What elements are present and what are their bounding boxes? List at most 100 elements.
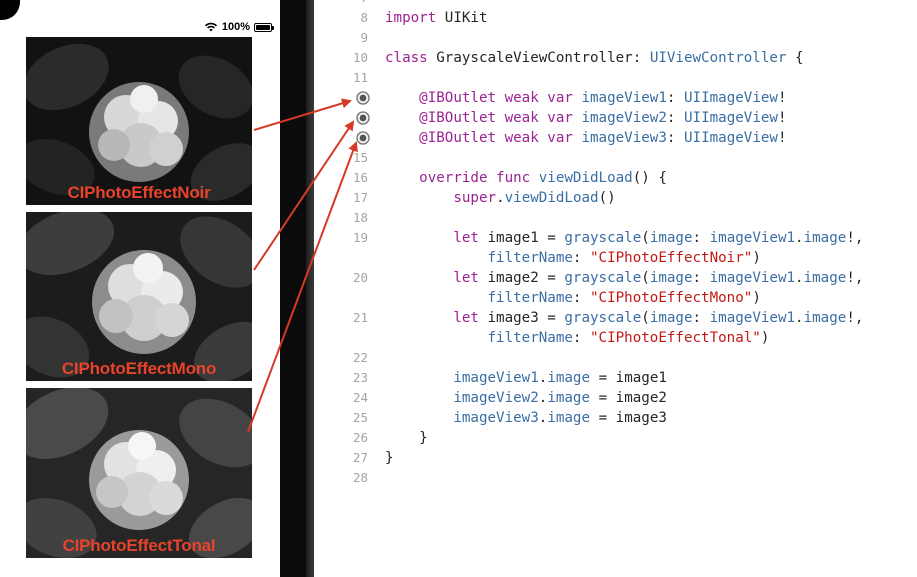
string-token: "CIPhotoEffectTonal" [590,330,761,346]
code-text: import UIKit [385,8,488,28]
code-line[interactable]: 24 imageView2.image = image2 [314,388,917,408]
line-number: 18 [352,210,368,225]
code-line[interactable]: 22 [314,348,917,368]
code-line[interactable]: filterName: "CIPhotoEffectTonal") [314,328,917,348]
code-line[interactable]: 8 import UIKit [314,8,917,28]
identifier-token: grayscale [564,230,642,246]
plain-token: ! [777,130,787,146]
plain-token: : [666,130,684,146]
code-text: class GrayscaleViewController: UIViewCon… [385,48,804,68]
battery-percentage: 100% [221,21,250,33]
code-text: super.viewDidLoad() [385,188,616,208]
plain-token: { [786,50,804,66]
keyword-token: @IBOutlet weak var [419,130,573,146]
identifier-token: imageView3 [581,130,667,146]
code-text: @IBOutlet weak var imageView1: UIImageVi… [385,88,786,108]
code-text: let image1 = grayscale(image: imageView1… [385,228,863,248]
line-number: 27 [352,450,368,465]
image-view-1: CIPhotoEffectNoir [26,37,252,205]
code-editor[interactable]: 7 8 import UIKit 9 10 class GrayscaleViewCont… [314,0,917,577]
code-line[interactable]: 17 super.viewDidLoad() [314,188,917,208]
identifier-token: image [803,270,847,286]
code-line[interactable]: 15 [314,148,917,168]
identifier-token: UIViewController [649,50,787,66]
plain-token: UIKit [436,10,488,26]
status-bar: 100% [204,18,274,36]
battery-icon [254,22,274,32]
outlet-connected-icon[interactable] [356,131,370,145]
code-line[interactable]: 11 [314,68,917,88]
code-text: imageView2.image = image2 [385,388,667,408]
keyword-token: class [385,50,428,66]
plain-token: !, [846,230,864,246]
code-line[interactable]: 16 override func viewDidLoad() { [314,168,917,188]
line-number: 16 [352,170,368,185]
code-text: @IBOutlet weak var imageView3: UIImageVi… [385,128,787,148]
code-line[interactable]: 23 imageView1.image = image1 [314,368,917,388]
line-number: 8 [360,10,368,25]
identifier-token: UIImageView [683,110,778,126]
image-label-1: CIPhotoEffectNoir [67,183,211,202]
plain-token: : [692,230,710,246]
code-text: imageView1.image = image1 [385,368,667,388]
plain-token: ) [752,290,761,306]
code-line[interactable]: 27} [314,448,917,468]
code-line[interactable]: @IBOutlet weak var imageView3: UIImageVi… [314,128,917,148]
code-line[interactable]: @IBOutlet weak var imageView2: UIImageVi… [314,108,917,128]
keyword-token: let [453,230,479,246]
line-number: 25 [352,410,368,425]
line-number: 17 [352,190,368,205]
keyword-token: @IBOutlet weak var [419,90,573,106]
plain-token: () [598,190,616,206]
plain-token: . [795,230,804,246]
code-line[interactable]: 26 } [314,428,917,448]
code-line[interactable]: 20 let image2 = grayscale(image: imageVi… [314,268,917,288]
line-number: 26 [352,430,368,445]
plain-token: !, [846,270,864,286]
plain-token: . [496,190,505,206]
code-line[interactable]: 18 [314,208,917,228]
hydrangea-photo-tonal [26,388,252,558]
code-line[interactable]: filterName: "CIPhotoEffectNoir") [314,248,917,268]
code-line[interactable]: 10 class GrayscaleViewController: UIViewC… [314,48,917,68]
outlet-connected-icon[interactable] [356,111,370,125]
code-line[interactable]: 28 [314,468,917,488]
plain-token: () { [632,170,667,186]
code-line[interactable]: 7 [314,0,917,8]
code-line[interactable]: filterName: "CIPhotoEffectMono") [314,288,917,308]
code-text: let image3 = grayscale(image: imageView1… [385,308,863,328]
code-text: override func viewDidLoad() { [385,168,667,188]
plain-token: : [666,110,684,126]
code-line[interactable]: @IBOutlet weak var imageView1: UIImageVi… [314,88,917,108]
line-number: 19 [352,230,368,245]
outlet-connected-icon[interactable] [356,91,370,105]
code-line[interactable]: 19 let image1 = grayscale(image: imageVi… [314,228,917,248]
string-token: "CIPhotoEffectNoir" [590,250,753,266]
line-number: 11 [352,70,368,85]
keyword-token: let [453,310,479,326]
code-line[interactable]: 25 imageView3.image = image3 [314,408,917,428]
identifier-token: image [547,410,591,426]
plain-token: !, [846,310,864,326]
simulator-bezel [280,0,314,577]
identifier-token: image [803,310,847,326]
code-line[interactable]: 21 let image3 = grayscale(image: imageVi… [314,308,917,328]
code-text: } [385,428,428,448]
code-text: filterName: "CIPhotoEffectTonal") [385,328,770,348]
plain-token: : [692,310,710,326]
code-line[interactable]: 9 [314,28,917,48]
plain-token: : [572,250,591,266]
code-text: @IBOutlet weak var imageView2: UIImageVi… [385,108,786,128]
line-number: 28 [352,470,368,485]
code-text: imageView3.image = image3 [385,408,667,428]
